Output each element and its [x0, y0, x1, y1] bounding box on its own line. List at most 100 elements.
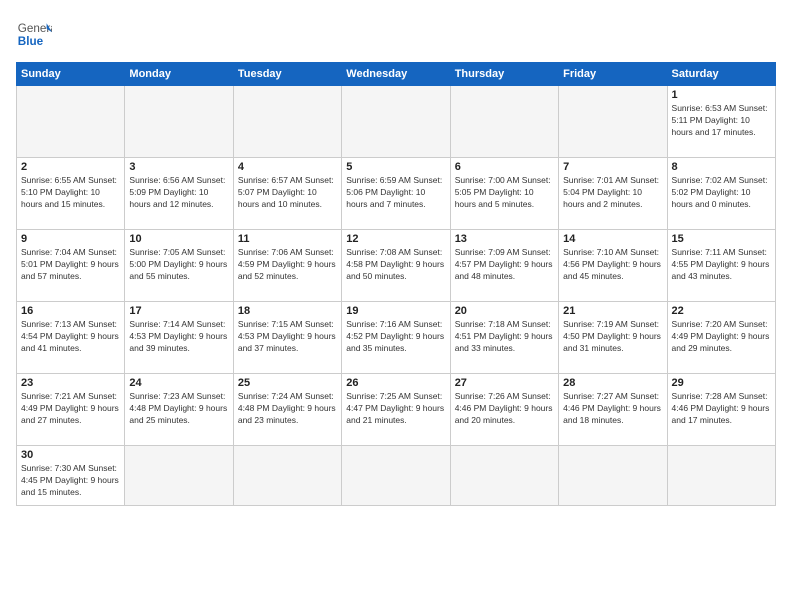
day-info: Sunrise: 7:24 AM Sunset: 4:48 PM Dayligh… — [238, 391, 337, 427]
day-info: Sunrise: 6:56 AM Sunset: 5:09 PM Dayligh… — [129, 175, 228, 211]
calendar-cell: 25 Sunrise: 7:24 AM Sunset: 4:48 PM Dayli… — [233, 374, 341, 446]
day-info: Sunrise: 7:30 AM Sunset: 4:45 PM Dayligh… — [21, 463, 120, 499]
calendar-cell: 22 Sunrise: 7:20 AM Sunset: 4:49 PM Dayli… — [667, 302, 775, 374]
day-info: Sunrise: 7:20 AM Sunset: 4:49 PM Dayligh… — [672, 319, 771, 355]
day-info: Sunrise: 7:05 AM Sunset: 5:00 PM Dayligh… — [129, 247, 228, 283]
calendar-cell: 2 Sunrise: 6:55 AM Sunset: 5:10 PM Daylig… — [17, 158, 125, 230]
day-number: 29 — [672, 377, 771, 389]
day-info: Sunrise: 7:23 AM Sunset: 4:48 PM Dayligh… — [129, 391, 228, 427]
day-number: 2 — [21, 161, 120, 173]
calendar-cell — [559, 446, 667, 506]
day-info: Sunrise: 7:01 AM Sunset: 5:04 PM Dayligh… — [563, 175, 662, 211]
day-number: 27 — [455, 377, 554, 389]
day-number: 10 — [129, 233, 228, 245]
calendar-cell: 5 Sunrise: 6:59 AM Sunset: 5:06 PM Daylig… — [342, 158, 450, 230]
weekday-header-row: SundayMondayTuesdayWednesdayThursdayFrid… — [17, 63, 776, 86]
calendar-cell — [342, 446, 450, 506]
calendar-cell — [667, 446, 775, 506]
day-number: 28 — [563, 377, 662, 389]
day-number: 15 — [672, 233, 771, 245]
weekday-header-friday: Friday — [559, 63, 667, 86]
week-row-1: 1 Sunrise: 6:53 AM Sunset: 5:11 PM Daylig… — [17, 86, 776, 158]
day-info: Sunrise: 7:26 AM Sunset: 4:46 PM Dayligh… — [455, 391, 554, 427]
calendar-cell: 13 Sunrise: 7:09 AM Sunset: 4:57 PM Dayli… — [450, 230, 558, 302]
calendar-cell: 11 Sunrise: 7:06 AM Sunset: 4:59 PM Dayli… — [233, 230, 341, 302]
day-info: Sunrise: 7:04 AM Sunset: 5:01 PM Dayligh… — [21, 247, 120, 283]
calendar-cell — [233, 86, 341, 158]
calendar-cell: 24 Sunrise: 7:23 AM Sunset: 4:48 PM Dayli… — [125, 374, 233, 446]
day-number: 22 — [672, 305, 771, 317]
calendar-cell: 19Sunrise: 7:16 AM Sunset: 4:52 PM Dayli… — [342, 302, 450, 374]
header: General Blue — [16, 16, 776, 52]
day-number: 19 — [346, 305, 445, 317]
day-number: 6 — [455, 161, 554, 173]
weekday-header-saturday: Saturday — [667, 63, 775, 86]
day-number: 8 — [672, 161, 771, 173]
week-row-4: 16 Sunrise: 7:13 AM Sunset: 4:54 PM Dayli… — [17, 302, 776, 374]
logo: General Blue — [16, 16, 52, 52]
day-number: 14 — [563, 233, 662, 245]
day-info: Sunrise: 7:10 AM Sunset: 4:56 PM Dayligh… — [563, 247, 662, 283]
weekday-header-wednesday: Wednesday — [342, 63, 450, 86]
weekday-header-monday: Monday — [125, 63, 233, 86]
calendar-table: SundayMondayTuesdayWednesdayThursdayFrid… — [16, 62, 776, 506]
day-info: Sunrise: 7:00 AM Sunset: 5:05 PM Dayligh… — [455, 175, 554, 211]
day-number: 24 — [129, 377, 228, 389]
day-info: Sunrise: 7:09 AM Sunset: 4:57 PM Dayligh… — [455, 247, 554, 283]
calendar-cell: 14 Sunrise: 7:10 AM Sunset: 4:56 PM Dayli… — [559, 230, 667, 302]
calendar-cell: 3Sunrise: 6:56 AM Sunset: 5:09 PM Daylig… — [125, 158, 233, 230]
day-number: 26 — [346, 377, 445, 389]
calendar-cell: 21 Sunrise: 7:19 AM Sunset: 4:50 PM Dayli… — [559, 302, 667, 374]
calendar-cell — [450, 86, 558, 158]
week-row-3: 9 Sunrise: 7:04 AM Sunset: 5:01 PM Daylig… — [17, 230, 776, 302]
day-number: 1 — [672, 89, 771, 101]
week-row-6: 30 Sunrise: 7:30 AM Sunset: 4:45 PM Dayli… — [17, 446, 776, 506]
day-info: Sunrise: 7:02 AM Sunset: 5:02 PM Dayligh… — [672, 175, 771, 211]
week-row-5: 23Sunrise: 7:21 AM Sunset: 4:49 PM Dayli… — [17, 374, 776, 446]
calendar-cell: 12Sunrise: 7:08 AM Sunset: 4:58 PM Dayli… — [342, 230, 450, 302]
generalblue-logo-icon: General Blue — [16, 16, 52, 52]
day-info: Sunrise: 6:59 AM Sunset: 5:06 PM Dayligh… — [346, 175, 445, 211]
day-info: Sunrise: 7:21 AM Sunset: 4:49 PM Dayligh… — [21, 391, 120, 427]
day-info: Sunrise: 7:13 AM Sunset: 4:54 PM Dayligh… — [21, 319, 120, 355]
calendar-cell: 20Sunrise: 7:18 AM Sunset: 4:51 PM Dayli… — [450, 302, 558, 374]
calendar-cell: 26Sunrise: 7:25 AM Sunset: 4:47 PM Dayli… — [342, 374, 450, 446]
calendar-cell: 6 Sunrise: 7:00 AM Sunset: 5:05 PM Daylig… — [450, 158, 558, 230]
day-number: 21 — [563, 305, 662, 317]
day-number: 16 — [21, 305, 120, 317]
calendar-cell: 17 Sunrise: 7:14 AM Sunset: 4:53 PM Dayli… — [125, 302, 233, 374]
day-number: 5 — [346, 161, 445, 173]
day-info: Sunrise: 7:27 AM Sunset: 4:46 PM Dayligh… — [563, 391, 662, 427]
day-number: 18 — [238, 305, 337, 317]
day-number: 7 — [563, 161, 662, 173]
day-number: 30 — [21, 449, 120, 461]
day-info: Sunrise: 6:55 AM Sunset: 5:10 PM Dayligh… — [21, 175, 120, 211]
day-info: Sunrise: 7:14 AM Sunset: 4:53 PM Dayligh… — [129, 319, 228, 355]
calendar-cell — [233, 446, 341, 506]
calendar-cell: 7 Sunrise: 7:01 AM Sunset: 5:04 PM Daylig… — [559, 158, 667, 230]
day-info: Sunrise: 7:08 AM Sunset: 4:58 PM Dayligh… — [346, 247, 445, 283]
calendar-cell: 23Sunrise: 7:21 AM Sunset: 4:49 PM Dayli… — [17, 374, 125, 446]
weekday-header-sunday: Sunday — [17, 63, 125, 86]
day-number: 25 — [238, 377, 337, 389]
day-info: Sunrise: 7:19 AM Sunset: 4:50 PM Dayligh… — [563, 319, 662, 355]
day-number: 11 — [238, 233, 337, 245]
calendar-cell: 30 Sunrise: 7:30 AM Sunset: 4:45 PM Dayli… — [17, 446, 125, 506]
calendar-cell: 15 Sunrise: 7:11 AM Sunset: 4:55 PM Dayli… — [667, 230, 775, 302]
day-number: 20 — [455, 305, 554, 317]
calendar-cell — [125, 86, 233, 158]
day-info: Sunrise: 7:06 AM Sunset: 4:59 PM Dayligh… — [238, 247, 337, 283]
day-number: 13 — [455, 233, 554, 245]
page: General Blue SundayMondayTuesdayWednesda… — [0, 0, 792, 612]
day-info: Sunrise: 6:53 AM Sunset: 5:11 PM Dayligh… — [672, 103, 771, 139]
day-info: Sunrise: 7:11 AM Sunset: 4:55 PM Dayligh… — [672, 247, 771, 283]
calendar-cell: 4Sunrise: 6:57 AM Sunset: 5:07 PM Daylig… — [233, 158, 341, 230]
calendar-cell: 16 Sunrise: 7:13 AM Sunset: 4:54 PM Dayli… — [17, 302, 125, 374]
calendar-cell: 8 Sunrise: 7:02 AM Sunset: 5:02 PM Daylig… — [667, 158, 775, 230]
day-number: 9 — [21, 233, 120, 245]
calendar-cell: 29Sunrise: 7:28 AM Sunset: 4:46 PM Dayli… — [667, 374, 775, 446]
calendar-cell: 28 Sunrise: 7:27 AM Sunset: 4:46 PM Dayli… — [559, 374, 667, 446]
calendar-cell — [559, 86, 667, 158]
calendar-cell — [450, 446, 558, 506]
day-number: 17 — [129, 305, 228, 317]
